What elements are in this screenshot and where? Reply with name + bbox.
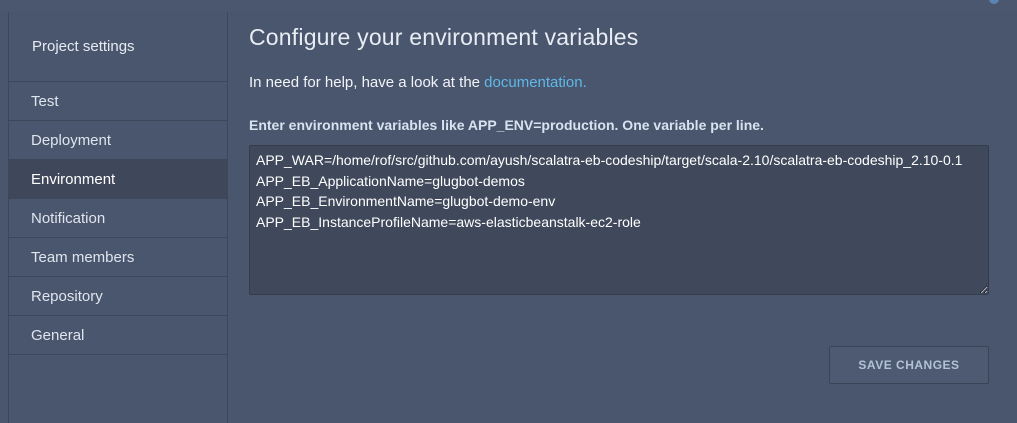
sidebar-item-notification[interactable]: Notification: [9, 199, 227, 238]
page-title: Configure your environment variables: [249, 24, 639, 50]
environment-settings-panel: Configure your environment variables In …: [228, 12, 1017, 423]
env-variables-textarea[interactable]: [249, 145, 989, 295]
sidebar-title: Project settings: [9, 12, 227, 82]
settings-page: Project settings Test Deployment Environ…: [0, 0, 1017, 423]
sidebar-item-environment[interactable]: Environment: [9, 160, 227, 199]
sidebar-item-repository[interactable]: Repository: [9, 277, 227, 316]
env-variables-label: Enter environment variables like APP_ENV…: [249, 117, 764, 133]
sidebar-item-team-members[interactable]: Team members: [9, 238, 227, 277]
sidebar-item-general[interactable]: General: [9, 316, 227, 355]
top-bar: [0, 0, 1017, 12]
documentation-link[interactable]: documentation.: [484, 74, 587, 91]
user-menu-icon[interactable]: [989, 0, 999, 4]
help-text-prefix: In need for help, have a look at the: [249, 74, 485, 91]
sidebar-item-deployment[interactable]: Deployment: [9, 121, 227, 160]
save-changes-button[interactable]: SAVE CHANGES: [829, 346, 989, 384]
sidebar-item-test[interactable]: Test: [9, 82, 227, 121]
help-text: In need for help, have a look at the doc…: [249, 74, 587, 91]
settings-sidebar: Project settings Test Deployment Environ…: [8, 12, 228, 423]
